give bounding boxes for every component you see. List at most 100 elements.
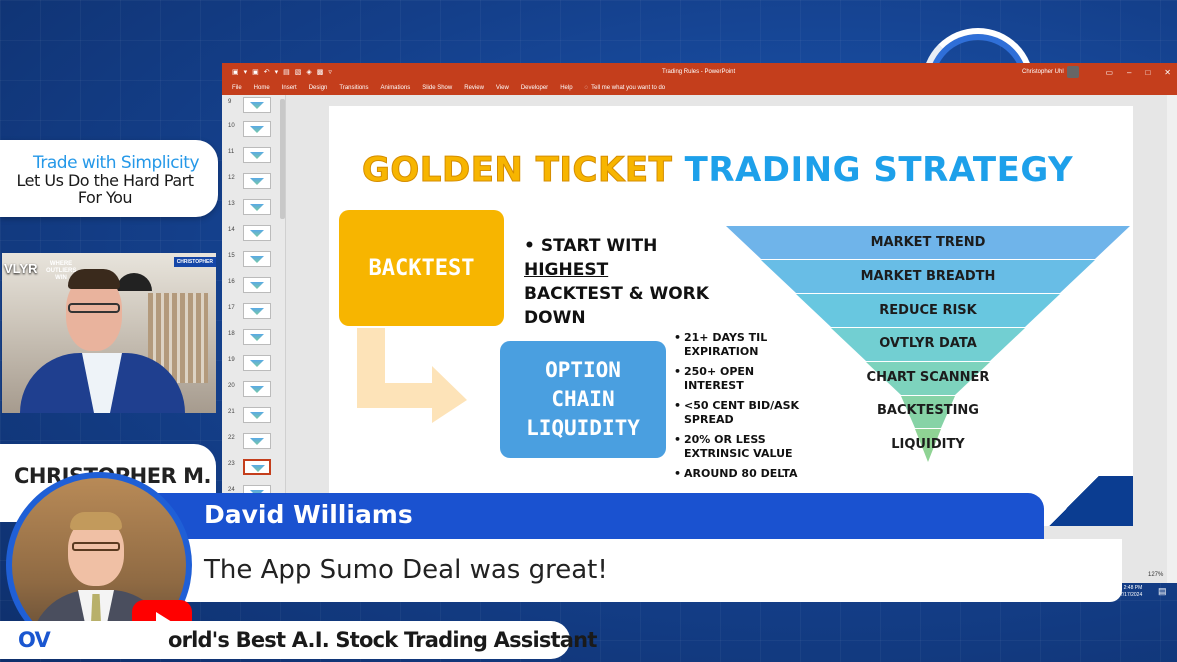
slide-preview (243, 459, 271, 475)
clock-date: 7/17/2024 (1120, 592, 1143, 598)
option-line-2: CHAIN (551, 387, 615, 411)
slide-number: 10 (228, 123, 235, 129)
thumbnail[interactable]: 12 (222, 173, 286, 193)
webcam-name-badge: CHRISTOPHER (173, 257, 216, 267)
format-icon[interactable]: ▧ (295, 68, 302, 76)
new-slide-icon[interactable]: ▤ (283, 68, 290, 76)
shapes-icon[interactable]: ◈ (306, 68, 311, 76)
slide-number: 15 (228, 253, 235, 259)
avatar-hair (70, 512, 122, 530)
ticker-text: OV orld's Best A.I. Stock Trading Assista… (18, 628, 597, 652)
tab-help[interactable]: Help (560, 85, 572, 91)
slide-number: 16 (228, 279, 235, 285)
tab-file[interactable]: File (232, 85, 242, 91)
avatar (1066, 66, 1079, 78)
clock-time: 2:48 PM (1123, 585, 1143, 591)
tell-me-search[interactable]: ◌ Tell me what you want to do (585, 85, 666, 91)
notification-icon[interactable]: ▤ (1158, 586, 1167, 597)
tab-home[interactable]: Home (254, 85, 270, 91)
autosave-icon[interactable]: ▾ (244, 68, 248, 76)
slide-number: 13 (228, 201, 235, 207)
funnel-label: LIQUIDITY (891, 437, 965, 452)
minimize-icon[interactable]: – (1127, 68, 1131, 77)
thumbnail-scrollbar[interactable] (280, 99, 285, 219)
title-gold: GOLDEN TICKET (361, 150, 673, 191)
maximize-icon[interactable]: □ (1145, 68, 1150, 77)
slide-preview (243, 121, 271, 137)
comment-author: David Williams (204, 500, 413, 529)
slide-preview (243, 433, 271, 449)
thumbnail[interactable]: 20 (222, 381, 286, 401)
comment-text: The App Sumo Deal was great! (204, 555, 608, 585)
thumbnail[interactable]: 15 (222, 251, 286, 271)
funnel-labels: MARKET TREND MARKET BREADTH REDUCE RISK … (726, 226, 1130, 496)
main-bullet: • START WITH HIGHEST BACKTEST & WORK DOWN (524, 236, 709, 328)
vertical-scrollbar[interactable] (1167, 95, 1177, 583)
webcam-logo: VLYR (4, 261, 38, 276)
slide-number: 23 (228, 461, 235, 467)
funnel-label: MARKET BREADTH (860, 269, 996, 284)
thumbnail[interactable]: 17 (222, 303, 286, 323)
option-line-1: OPTION (545, 358, 621, 382)
slide-number: 22 (228, 435, 235, 441)
zoom-level[interactable]: 127% (1148, 572, 1163, 578)
slide-preview (243, 97, 271, 113)
tab-design[interactable]: Design (309, 85, 328, 91)
option-line-3: LIQUIDITY (526, 416, 640, 440)
slide-preview (243, 251, 271, 267)
slide-number: 21 (228, 409, 235, 415)
save-icon[interactable]: ▣ (232, 68, 239, 76)
funnel-label: BACKTESTING (877, 403, 979, 418)
thumbnail[interactable]: 21 (222, 407, 286, 427)
tagline-subheading: Let Us Do the Hard Part For You (16, 171, 194, 207)
slide-number: 17 (228, 305, 235, 311)
taskbar-clock: 2:48 PM 7/17/2024 (1120, 585, 1142, 599)
window-controls: ▭ – □ ✕ (1105, 68, 1171, 77)
slide-number: 14 (228, 227, 235, 233)
thumbnail[interactable]: 22 (222, 433, 286, 453)
bullet-post: BACKTEST & WORK DOWN (524, 284, 709, 328)
thumbnail[interactable]: 11 (222, 147, 286, 167)
thumbnail[interactable]: 9 (222, 97, 286, 117)
picture-icon[interactable]: ▩ (317, 68, 324, 76)
close-icon[interactable]: ✕ (1164, 68, 1171, 77)
slide-preview (243, 225, 271, 241)
tab-transitions[interactable]: Transitions (339, 85, 368, 91)
ribbon-display-icon[interactable]: ▭ (1105, 68, 1113, 77)
lamp (116, 273, 152, 291)
user-name: Christopher Uhl (1022, 69, 1064, 75)
tab-insert[interactable]: Insert (282, 85, 297, 91)
slide-preview (243, 173, 271, 189)
thumbnail[interactable]: 19 (222, 355, 286, 375)
customize-icon[interactable]: ▿ (328, 68, 332, 76)
thumbnail[interactable]: 18 (222, 329, 286, 349)
funnel-label: REDUCE RISK (879, 303, 977, 318)
ticker-message: orld's Best A.I. Stock Trading Assistant (167, 628, 597, 652)
thumbnail[interactable]: 16 (222, 277, 286, 297)
slide-preview (243, 407, 271, 423)
user-account[interactable]: Christopher Uhl (1022, 66, 1079, 78)
tab-developer[interactable]: Developer (521, 85, 548, 91)
quick-access-toolbar: ▣ ▾ ▣ ↶ ▾ ▤ ▧ ◈ ▩ ▿ (222, 68, 332, 76)
slide-title: GOLDEN TICKET TRADING STRATEGY (361, 150, 1073, 191)
slide-preview (243, 381, 271, 397)
bullet-underlined: HIGHEST (524, 260, 609, 280)
webcam-slogan: WHERE OUTLIERS WIN (46, 261, 77, 281)
tab-review[interactable]: Review (464, 85, 484, 91)
option-chain-box: OPTION CHAIN LIQUIDITY (500, 341, 666, 458)
thumbnail[interactable]: 14 (222, 225, 286, 245)
slide[interactable]: GOLDEN TICKET TRADING STRATEGY BACKTEST … (329, 106, 1133, 526)
thumbnail[interactable]: 10 (222, 121, 286, 141)
ticker-brand: OV (18, 628, 51, 652)
tab-slide-show[interactable]: Slide Show (422, 85, 452, 91)
thumbnail[interactable]: 13 (222, 199, 286, 219)
thumbnail-selected[interactable]: 23 (222, 459, 286, 479)
redo-icon[interactable]: ▾ (275, 68, 279, 76)
undo-icon[interactable]: ↶ (264, 68, 270, 76)
tab-view[interactable]: View (496, 85, 509, 91)
funnel-label: CHART SCANNER (866, 370, 990, 385)
slide-preview (243, 277, 271, 293)
save-as-icon[interactable]: ▣ (252, 68, 259, 76)
slide-preview (243, 303, 271, 319)
tab-animations[interactable]: Animations (381, 85, 411, 91)
